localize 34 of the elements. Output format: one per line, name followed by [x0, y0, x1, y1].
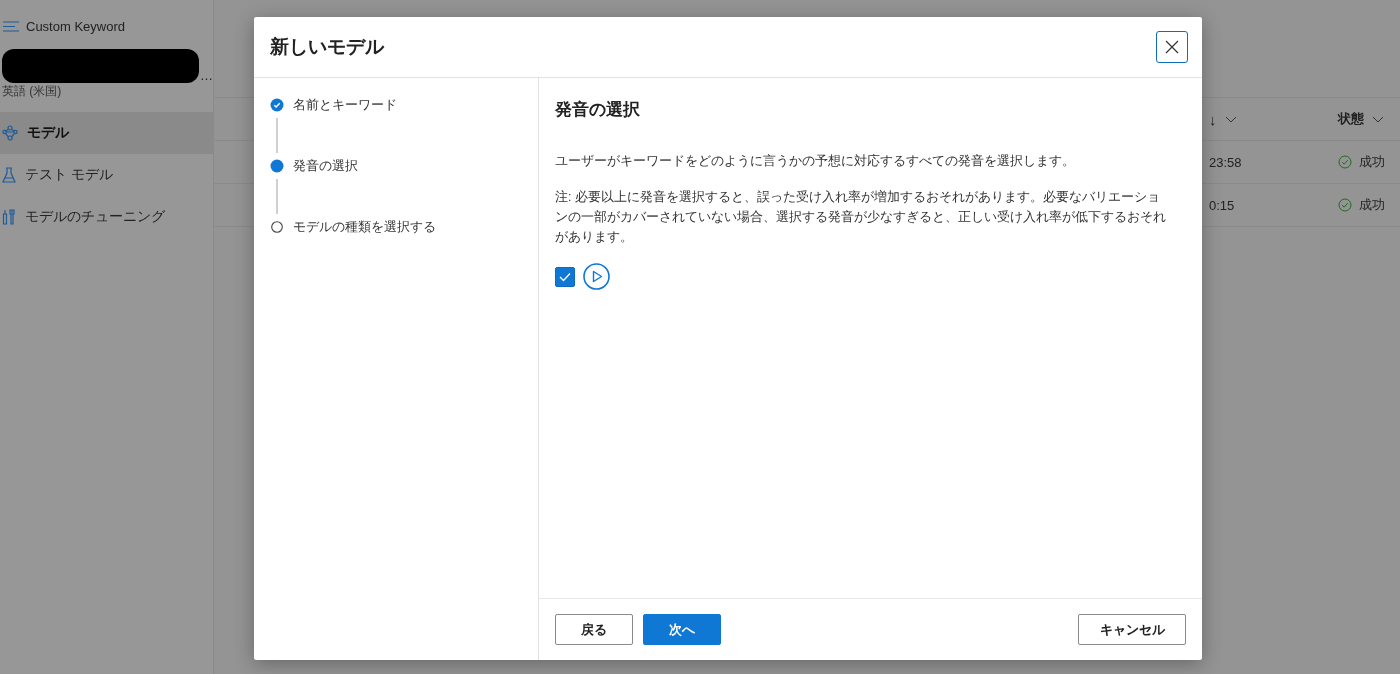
- play-button[interactable]: [583, 263, 610, 290]
- step-label: モデルの種類を選択する: [293, 218, 436, 236]
- chevron-down-icon: [1372, 115, 1384, 123]
- flask-icon: [2, 167, 16, 183]
- close-button[interactable]: [1156, 31, 1188, 63]
- network-icon: [2, 125, 18, 141]
- next-button[interactable]: 次へ: [643, 614, 721, 645]
- chevron-down-icon: [1224, 115, 1237, 123]
- step-label: 発音の選択: [293, 157, 358, 175]
- check-circle-icon: [1338, 198, 1352, 212]
- checkmark-icon: [559, 271, 571, 282]
- step-label: 名前とキーワード: [293, 96, 397, 114]
- language-label: 英語 (米国): [1, 83, 63, 100]
- note-text: 注: 必要以上に発音を選択すると、誤った受け入れ率が増加するおそれがあります。必要なバリエーションの一部がカバーされていない場合、選択する発音が少なすぎると、正しい受け入れ率が低下するおそれがあります。: [555, 189, 1166, 246]
- table-cell-text: 0:15: [1209, 197, 1236, 213]
- status-text: 成功: [1359, 153, 1385, 171]
- back-button[interactable]: 戻る: [555, 614, 633, 645]
- app-title: Custom Keyword: [26, 19, 125, 34]
- description-text: ユーザーがキーワードをどのように言うかの予想に対応するすべての発音を選択します。: [555, 153, 1076, 170]
- project-name: …: [200, 68, 213, 83]
- dialog-title: 新しいモデル: [270, 35, 384, 59]
- close-icon: [1165, 40, 1179, 54]
- column-header[interactable]: 状態: [1338, 110, 1364, 128]
- sidebar-item[interactable]: モデルのチューニング: [0, 196, 213, 238]
- sidebar-item[interactable]: モデル: [0, 112, 213, 154]
- table-cell-text: 23:58: [1209, 154, 1243, 170]
- cancel-button[interactable]: キャンセル: [1078, 614, 1186, 645]
- sort-arrow[interactable]: ↓: [1209, 110, 1217, 128]
- checkbox[interactable]: [555, 266, 575, 287]
- sidebar-item[interactable]: テスト モデル: [0, 154, 213, 196]
- tools-icon: [2, 209, 16, 225]
- status-text: 成功: [1359, 196, 1385, 214]
- check-circle-icon: [1338, 155, 1352, 169]
- section-heading: 発音の選択: [555, 99, 641, 121]
